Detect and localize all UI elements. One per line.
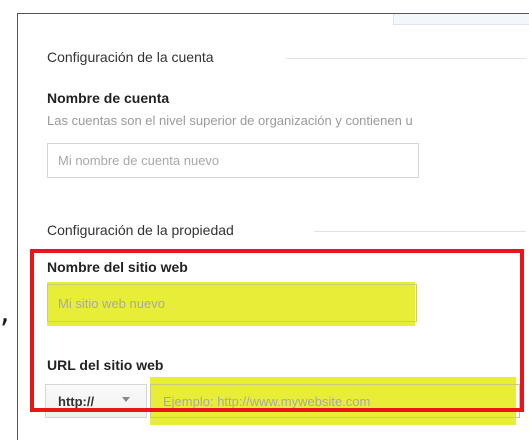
property-section-divider — [314, 231, 526, 232]
account-name-label: Nombre de cuenta — [47, 90, 170, 106]
screenshot-canvas: , Configuración de la cuenta Nombre de c… — [0, 0, 529, 440]
property-section-title: Configuración de la propiedad — [47, 222, 234, 238]
account-name-help: Las cuentas son el nivel superior de org… — [47, 113, 413, 128]
account-section-divider — [286, 58, 526, 59]
protocol-value: http:// — [58, 393, 95, 409]
account-section-title: Configuración de la cuenta — [47, 49, 214, 65]
top-strip — [393, 14, 529, 25]
site-name-input[interactable] — [47, 284, 417, 322]
protocol-select[interactable]: http:// — [45, 384, 147, 418]
settings-panel: Configuración de la cuenta Nombre de cue… — [17, 13, 529, 440]
stray-comma-glyph: , — [0, 295, 10, 330]
account-name-input[interactable] — [47, 143, 419, 178]
site-name-label: Nombre del sitio web — [47, 259, 188, 275]
site-url-input[interactable] — [150, 384, 520, 418]
site-url-label: URL del sitio web — [47, 357, 164, 373]
caret-down-icon — [122, 396, 130, 404]
